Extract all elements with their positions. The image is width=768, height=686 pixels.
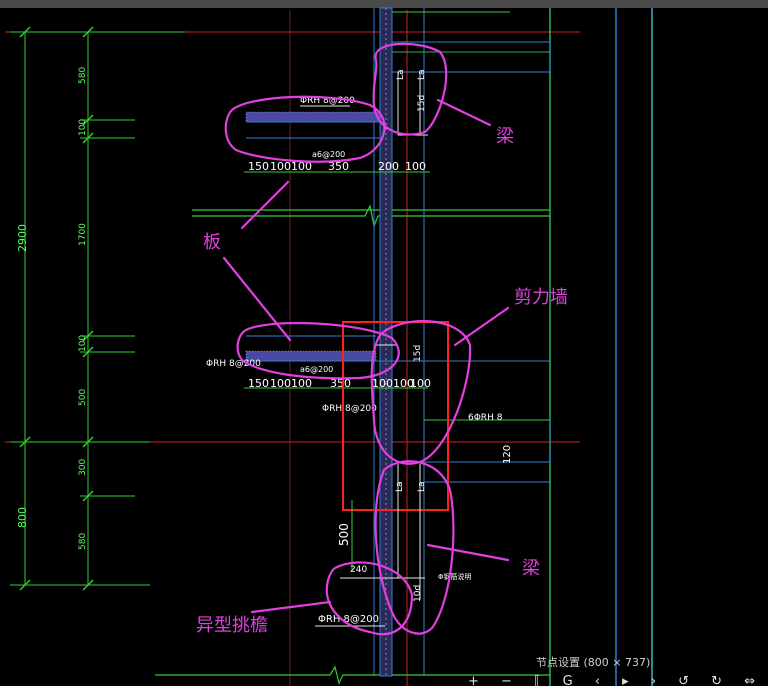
lower-slab-wall-15d: 15d xyxy=(413,345,423,362)
annotation-marks xyxy=(222,42,510,636)
leader-shear-wall xyxy=(453,306,510,347)
upper-beam-label-la-2: La xyxy=(417,69,427,80)
left-dimension-chain xyxy=(10,31,185,586)
dim-2900: 2900 xyxy=(16,224,29,252)
right-frame-lines xyxy=(549,8,653,686)
lower-slab-rebar-mid: a6@200 xyxy=(300,365,333,374)
leader-canopy xyxy=(250,600,332,614)
leader-slab-lower xyxy=(222,256,292,342)
upper-beam-label-15d: 15d xyxy=(417,95,427,112)
lower-slab-dim-100100: 100100 xyxy=(270,377,312,390)
lower-slab-dim-100: 100 xyxy=(410,377,431,390)
dim-800: 800 xyxy=(16,507,29,528)
view-toolbar[interactable]: + − ⟦ G ‹ ▸ › ↺ ↻ ⇔ ⟂ xyxy=(468,674,768,686)
lower-beam-note: Φ钢筋说明 xyxy=(438,572,472,581)
upper-beam-label-la-1: La xyxy=(396,69,406,80)
annotation-slab: 板 xyxy=(203,232,221,253)
lower-slab-rebar-below: ΦRH 8@200 xyxy=(322,404,377,414)
leader-beam-bottom xyxy=(426,543,510,562)
dim-seg-100-a: 100 xyxy=(78,119,88,136)
lower-slab-side-note: 6ΦRH 8 xyxy=(468,413,503,423)
lower-beam-anchor-10d: 10d xyxy=(413,585,423,602)
dim-seg-1700: 1700 xyxy=(78,223,88,246)
ring-upper-slab xyxy=(224,95,386,163)
lower-slab-dim-150: 150 xyxy=(248,377,269,390)
annotation-beam-top: 梁 xyxy=(496,126,514,147)
dim-seg-580-bottom: 580 xyxy=(78,533,88,550)
lower-beam-label-la-1: La xyxy=(395,481,405,492)
annotation-canopy: 异型挑檐 xyxy=(196,615,268,636)
upper-slab-dim-100: 100 xyxy=(405,160,426,173)
upper-slab-rebar-bottom: a6@200 xyxy=(312,150,345,159)
dim-seg-100-b: 100 xyxy=(78,335,88,352)
annotation-beam-bottom: 梁 xyxy=(522,558,540,579)
lower-beam-dim-240: 240 xyxy=(350,565,367,575)
upper-slab-dim-200: 200 xyxy=(378,160,399,173)
dim-seg-500: 500 xyxy=(78,389,88,406)
lower-beam-label-la-2: La xyxy=(417,481,427,492)
lower-slab-rebar-left: ΦRH 8@200 xyxy=(206,359,261,369)
dim-seg-580-top: 580 xyxy=(78,67,88,84)
canvas-size-caption: 节点设置 (800 × 737) xyxy=(536,656,651,669)
lower-slab-side-dim: 120 xyxy=(502,445,513,464)
annotation-shear-wall: 剪力墙 xyxy=(514,287,568,308)
cad-drawing-window: 2900 800 580 100 1700 100 500 300 580 La… xyxy=(0,0,768,686)
leader-beam-top xyxy=(436,98,492,127)
leader-slab-upper xyxy=(240,180,290,230)
lower-beam-dim-500: 500 xyxy=(337,523,351,546)
left-dimension-ticks xyxy=(19,26,94,591)
upper-slab-dim-150: 150 xyxy=(248,160,269,173)
dim-seg-300: 300 xyxy=(78,459,88,476)
lower-slab-dim-100100-right: 100100 xyxy=(372,377,414,390)
detail-drawing-canvas[interactable]: 2900 800 580 100 1700 100 500 300 580 La… xyxy=(0,0,768,686)
